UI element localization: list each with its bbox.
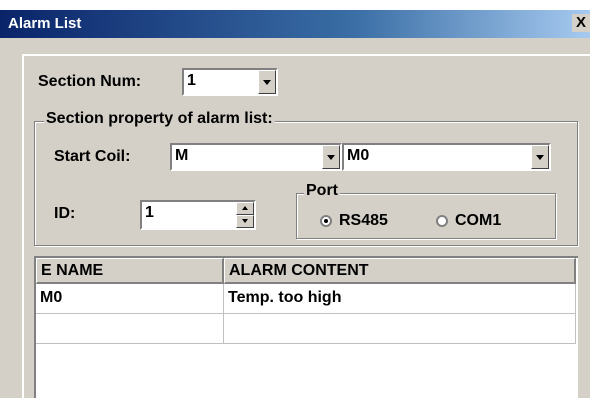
id-value: 1 xyxy=(145,204,154,221)
top-strip xyxy=(0,0,590,10)
chevron-down-icon[interactable] xyxy=(531,145,549,169)
radio-checked-icon xyxy=(320,215,332,227)
start-coil-type-select[interactable]: M xyxy=(170,143,342,171)
start-coil-type-value: M xyxy=(175,147,189,164)
start-coil-label: Start Coil: xyxy=(54,148,131,165)
section-property-legend: Section property of alarm list: xyxy=(44,110,275,128)
table-row[interactable]: M0 Temp. too high xyxy=(36,284,576,314)
section-num-value: 1 xyxy=(187,72,196,89)
arrow-down-icon[interactable] xyxy=(236,215,254,228)
cell-ename[interactable]: M0 xyxy=(36,284,224,314)
cell-alarm-content[interactable]: Temp. too high xyxy=(224,284,576,314)
id-spinner[interactable]: 1 xyxy=(140,200,256,230)
column-header-ename[interactable]: E NAME xyxy=(36,258,224,284)
arrow-up-icon[interactable] xyxy=(236,202,254,215)
radio-unchecked-icon xyxy=(436,215,448,227)
chevron-down-icon[interactable] xyxy=(258,70,276,94)
cell-ename[interactable] xyxy=(36,314,224,344)
alarm-list-dialog: Alarm List X Section Num: 1 Section prop… xyxy=(0,0,590,398)
table-row[interactable] xyxy=(36,314,576,344)
id-label: ID: xyxy=(54,205,76,222)
cell-alarm-content[interactable] xyxy=(224,314,576,344)
port-rs485-label: RS485 xyxy=(339,212,388,229)
table-header: E NAME ALARM CONTENT xyxy=(36,258,576,284)
port-legend: Port xyxy=(304,182,340,200)
chevron-down-icon[interactable] xyxy=(322,145,340,169)
window-title: Alarm List xyxy=(8,15,82,32)
start-coil-address-select[interactable]: M0 xyxy=(342,143,551,171)
start-coil-address-value: M0 xyxy=(347,147,370,164)
column-header-alarm-content[interactable]: ALARM CONTENT xyxy=(224,258,576,284)
title-bar[interactable]: Alarm List X xyxy=(0,10,590,38)
port-com1-label: COM1 xyxy=(455,212,502,229)
port-rs485-radio[interactable]: RS485 xyxy=(320,212,388,230)
section-num-label: Section Num: xyxy=(38,73,142,90)
alarm-table[interactable]: E NAME ALARM CONTENT M0 Temp. too high xyxy=(34,256,578,398)
close-icon[interactable]: X xyxy=(572,14,590,32)
section-num-select[interactable]: 1 xyxy=(182,68,278,96)
port-com1-radio[interactable]: COM1 xyxy=(436,212,501,230)
